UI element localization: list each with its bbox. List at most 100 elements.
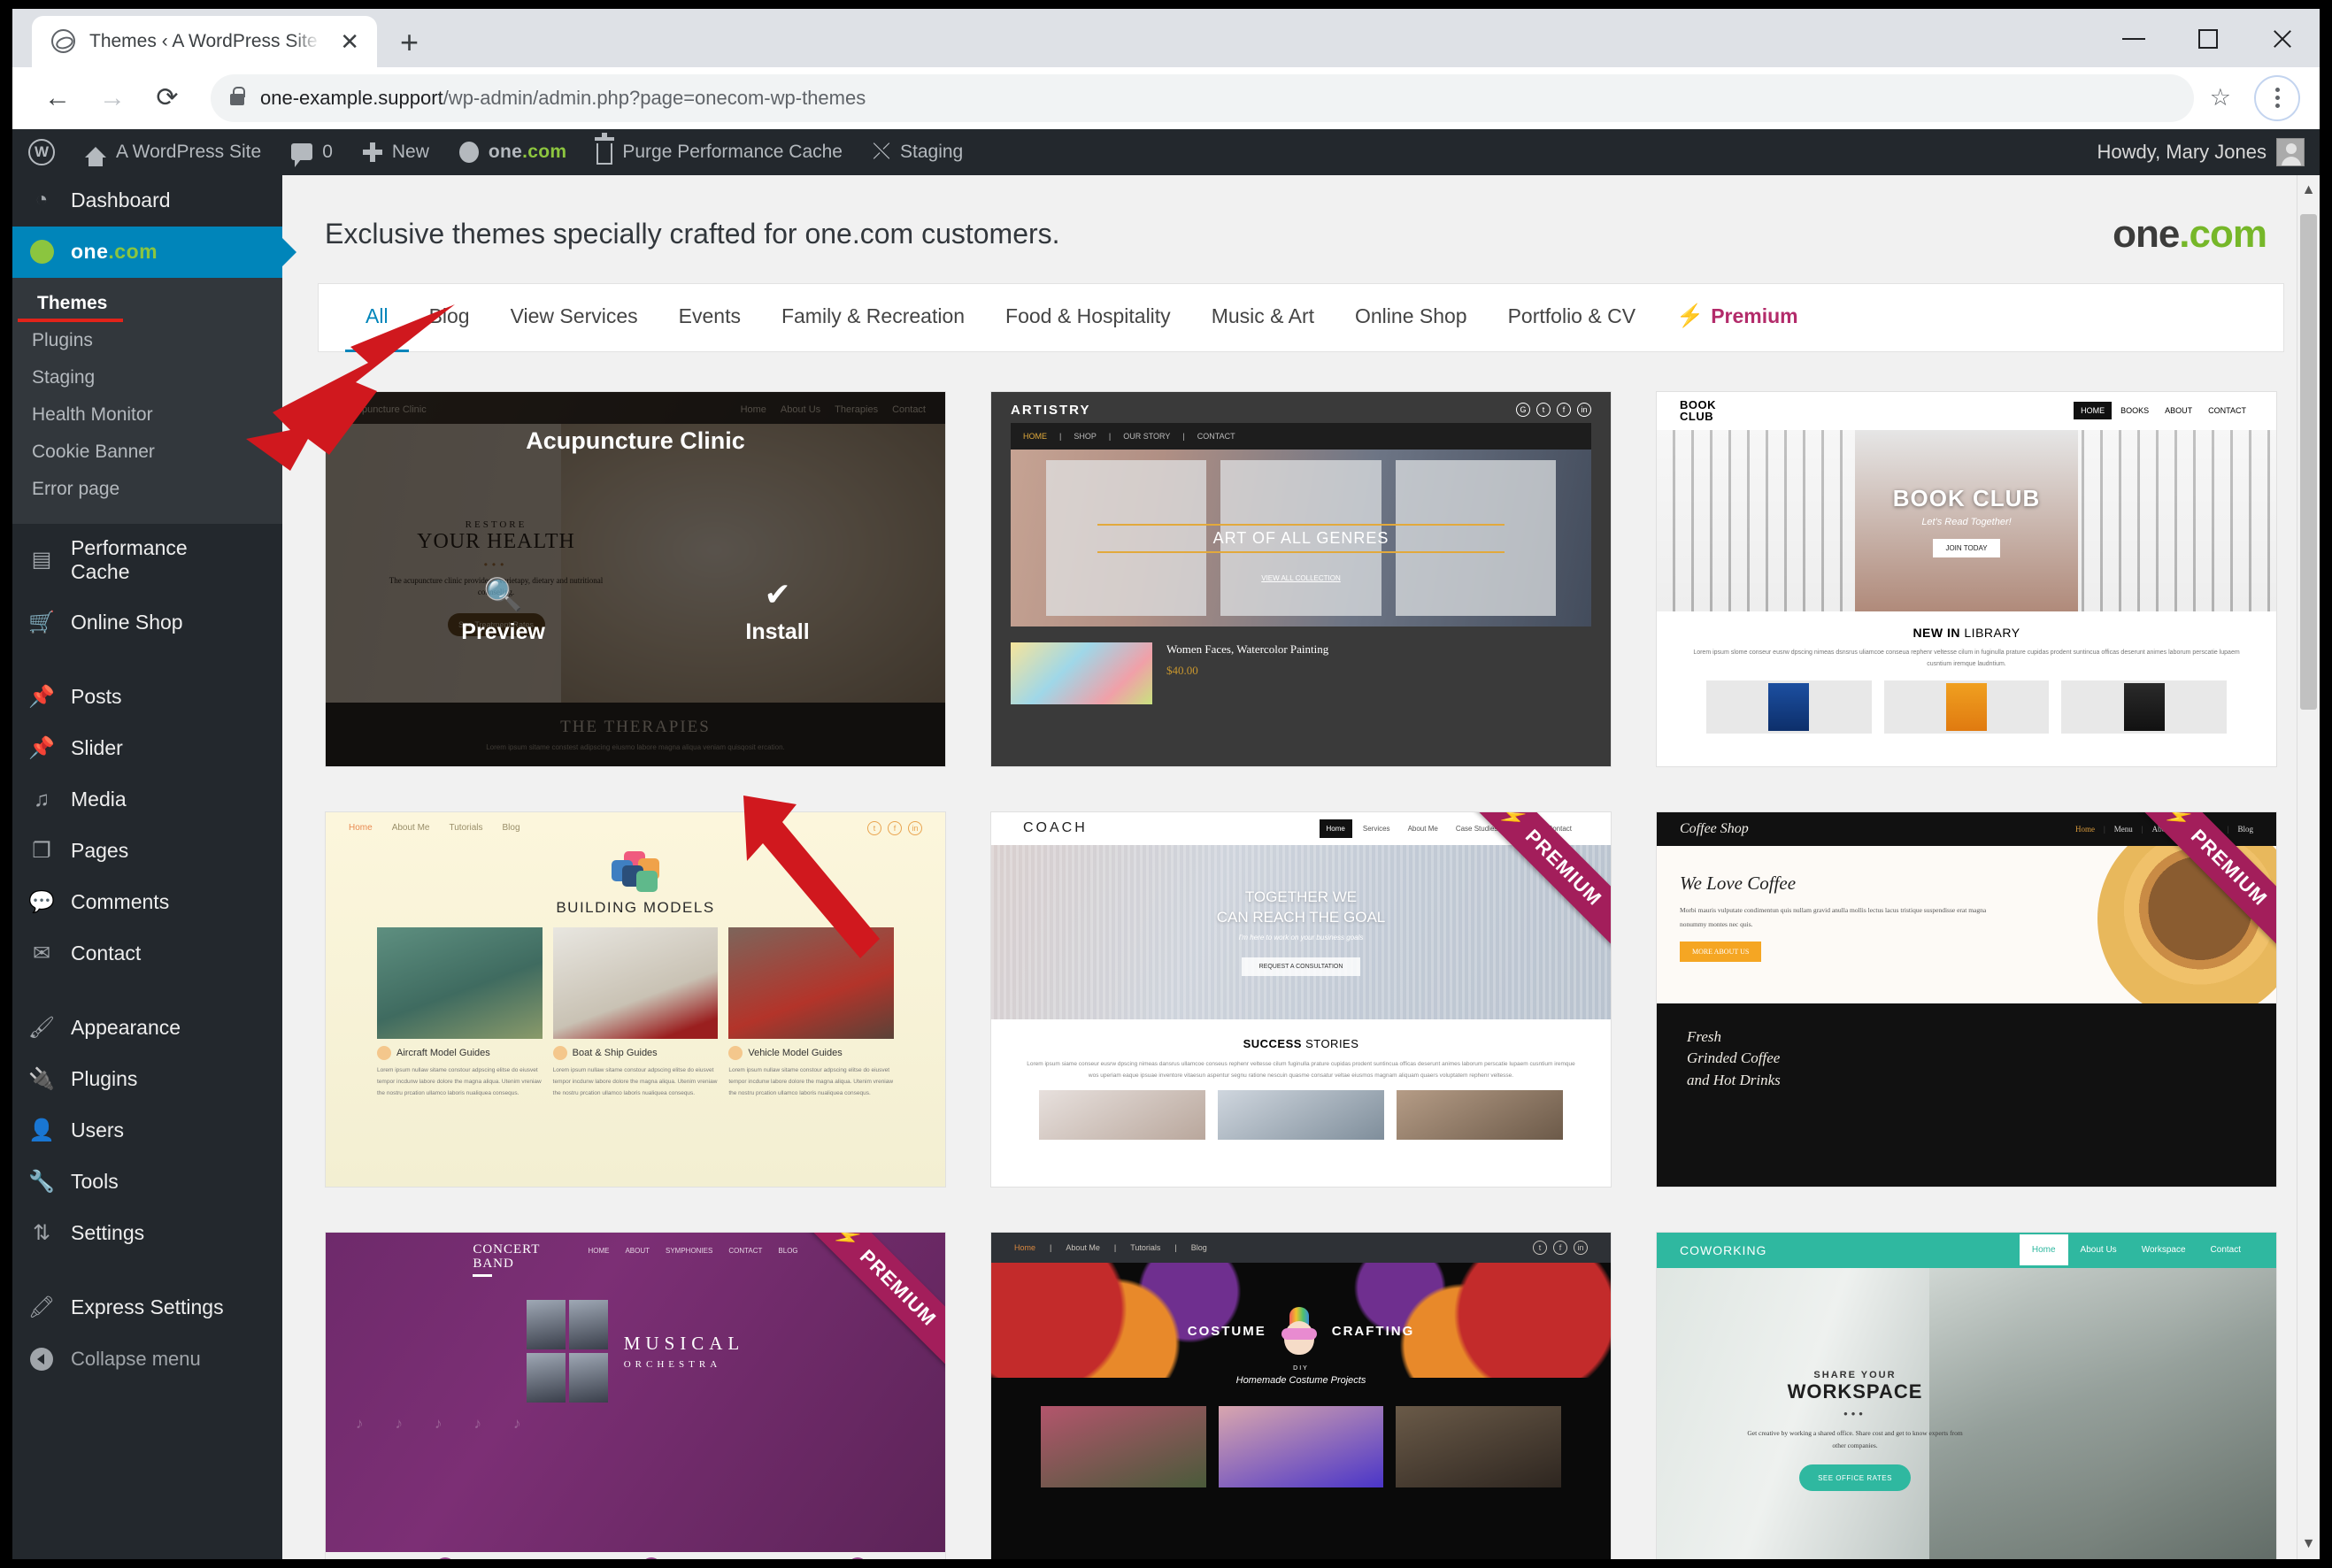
sidebar-item-contact[interactable]: ✉ Contact <box>12 928 282 980</box>
window-close-button[interactable] <box>2245 9 2320 69</box>
theme-card-building-models[interactable]: Home About Me Tutorials Blog t f in <box>325 811 946 1188</box>
sidebar-item-comments[interactable]: 💬 Comments <box>12 877 282 928</box>
tab-close-icon[interactable]: ✕ <box>335 27 365 57</box>
mock-section: NEW IN LIBRARY Lorem ipsum slome conseur… <box>1657 611 2276 670</box>
sidebar-item-staging[interactable]: Staging <box>12 359 111 396</box>
sidebar-item-onecom[interactable]: one.com <box>12 227 282 278</box>
page-scrollbar[interactable]: ▲ ▼ <box>2297 175 2320 1559</box>
mock-nav: HOME| SHOP| OUR STORY| CONTACT <box>1011 423 1591 450</box>
theme-card-coworking[interactable]: COWORKING Home About Us Workspace Contac… <box>1656 1232 2277 1559</box>
browser-menu-button[interactable] <box>2254 75 2300 121</box>
back-button[interactable]: ← <box>32 73 83 124</box>
sidebar-item-label: Comments <box>71 890 169 915</box>
mock-hero: SHARE YOUR WORKSPACE ••• Get creative by… <box>1657 1268 2276 1559</box>
admin-bar-staging[interactable]: ⤬Staging <box>858 129 978 175</box>
sidebar-item-health-monitor[interactable]: Health Monitor <box>12 396 169 434</box>
admin-bar-account[interactable]: Howdy, Mary Jones <box>2082 129 2320 175</box>
tab-all[interactable]: All <box>345 283 409 352</box>
sidebar-item-settings[interactable]: ⇅ Settings <box>12 1208 282 1259</box>
sidebar-item-error-page[interactable]: Error page <box>12 471 135 508</box>
sidebar-item-dashboard[interactable]: ◔ Dashboard <box>12 175 282 227</box>
scroll-down-icon[interactable]: ▼ <box>2297 1529 2320 1559</box>
mock-dots: ••• <box>1743 1407 1966 1420</box>
column-badge-icon <box>377 1046 391 1060</box>
sidebar-item-plugins[interactable]: 🔌 Plugins <box>12 1054 282 1105</box>
bookmark-star-icon[interactable]: ☆ <box>2210 84 2231 111</box>
sidebar-item-pages[interactable]: ❐ Pages <box>12 826 282 877</box>
tab-online-shop[interactable]: Online Shop <box>1335 283 1488 352</box>
admin-bar-purge-cache[interactable]: Purge Performance Cache <box>581 129 858 175</box>
new-tab-button[interactable]: + <box>400 27 419 58</box>
forward-button[interactable]: → <box>87 73 138 124</box>
sidebar-item-express-settings[interactable]: 🖍 Express Settings <box>12 1282 282 1334</box>
install-button[interactable]: ✔ Install <box>745 579 809 645</box>
scrollbar-thumb[interactable] <box>2300 214 2317 710</box>
sidebar-item-label: Slider <box>71 736 123 761</box>
theme-card-concert-band[interactable]: CONCERTBAND HOME ABOUT SYMPHONIES CONTAC… <box>325 1232 946 1559</box>
sidebar-item-label: Contact <box>71 942 141 966</box>
admin-bar-wp-logo[interactable] <box>12 129 70 175</box>
mock-nav: Home About Me Tutorials Blog t f in <box>326 812 945 844</box>
admin-bar-comments[interactable]: 0 <box>276 129 348 175</box>
sidebar-item-slider[interactable]: 📌 Slider <box>12 723 282 774</box>
mock-book <box>1706 680 1872 734</box>
theme-card-book-club[interactable]: BOOKCLUB HOME BOOKS ABOUT CONTACT <box>1656 391 2277 767</box>
trash-icon <box>596 143 612 165</box>
overlay-actions: 🔍 Preview ✔ Install <box>326 579 945 645</box>
stat-count: 35 <box>848 1557 867 1559</box>
theme-card-coffee-shop[interactable]: Coffee Shop Home| Menu| About Us| Shop| … <box>1656 811 2277 1188</box>
admin-bar-new[interactable]: New <box>348 129 444 175</box>
sidebar-item-appearance[interactable]: 🖌 Appearance <box>12 1003 282 1054</box>
tab-food-hospitality[interactable]: Food & Hospitality <box>985 283 1191 352</box>
mock-hero: We Love Coffee Morbi mauris vulputate co… <box>1657 846 2276 1003</box>
mock-column-image <box>728 927 894 1039</box>
avatar <box>2276 138 2305 166</box>
theme-card-artistry[interactable]: ARTISTRY G t f in HOME| <box>990 391 1612 767</box>
sidebar-item-posts[interactable]: 📌 Posts <box>12 672 282 723</box>
mock-brand: BOOKCLUB <box>1680 399 1716 423</box>
mock-nav-links: Home About Me Tutorials Blog <box>349 823 520 833</box>
mock-headline: BUILDING MODELS <box>326 899 945 917</box>
menu-dot <box>2275 88 2280 92</box>
sidebar-item-plugins-onecom[interactable]: Plugins <box>12 322 109 359</box>
tab-family-recreation[interactable]: Family & Recreation <box>761 283 985 352</box>
sidebar-item-themes[interactable]: Themes <box>18 285 123 322</box>
tab-premium[interactable]: ⚡Premium <box>1656 283 1819 352</box>
theme-card-acupuncture-clinic[interactable]: Acupuncture Clinic Home About Us Therapi… <box>325 391 946 767</box>
address-bar[interactable]: one-example.support/wp-admin/admin.php?p… <box>211 74 2194 122</box>
sidebar-item-label: Media <box>71 788 127 812</box>
preview-button[interactable]: 🔍 Preview <box>461 579 545 645</box>
sidebar-item-media[interactable]: ♫ Media <box>12 774 282 826</box>
admin-bar-onecom[interactable]: one.com <box>444 129 581 175</box>
theme-card-costume-crafting[interactable]: Home| About Me| Tutorials| Blog t f in <box>990 1232 1612 1559</box>
sidebar-item-online-shop[interactable]: 🛒 Online Shop <box>12 597 282 649</box>
tab-blog[interactable]: Blog <box>409 283 490 352</box>
mock-nav-link: CONTACT <box>2201 402 2253 419</box>
maximize-icon <box>2198 29 2218 49</box>
mock-dark-text: FreshGrinded Coffeeand Hot Drinks <box>1657 1003 2276 1092</box>
mock-column-title: Vehicle Model Guides <box>748 1048 842 1058</box>
tab-events[interactable]: Events <box>658 283 761 352</box>
sidebar-item-cookie-banner[interactable]: Cookie Banner <box>12 434 171 471</box>
mock-dark-l2: Grinded Coffee <box>1687 1049 1780 1066</box>
mock-dark-l1: Fresh <box>1687 1028 1721 1045</box>
mock-nav-link: Menu <box>2114 825 2133 834</box>
mock-nav-link: Tutorials <box>1130 1243 1160 1252</box>
reload-button[interactable]: ⟳ <box>142 73 193 124</box>
sidebar-item-tools[interactable]: 🔧 Tools <box>12 1157 282 1208</box>
theme-card-coach[interactable]: COACH Home Services About Me Case Studie… <box>990 811 1612 1188</box>
sidebar-item-collapse-menu[interactable]: Collapse menu <box>12 1334 282 1385</box>
mock-button: JOIN TODAY <box>1933 539 1999 557</box>
tab-music-art[interactable]: Music & Art <box>1191 283 1335 352</box>
window-maximize-button[interactable] <box>2171 9 2245 69</box>
admin-bar-site-name[interactable]: A WordPress Site <box>70 129 276 175</box>
browser-tab[interactable]: Themes ‹ A WordPress Site — Wo ✕ <box>32 16 377 67</box>
window-minimize-button[interactable] <box>2097 9 2171 69</box>
tab-view-services[interactable]: View Services <box>490 283 658 352</box>
mock-nav-link: Blog <box>1191 1243 1207 1252</box>
sidebar-item-users[interactable]: 👤 Users <box>12 1105 282 1157</box>
scroll-up-icon[interactable]: ▲ <box>2297 175 2320 205</box>
onecom-brand-logo: one.com <box>2113 212 2277 257</box>
sidebar-item-performance-cache[interactable]: ▤ Performance Cache <box>12 524 282 597</box>
tab-portfolio-cv[interactable]: Portfolio & CV <box>1488 283 1656 352</box>
